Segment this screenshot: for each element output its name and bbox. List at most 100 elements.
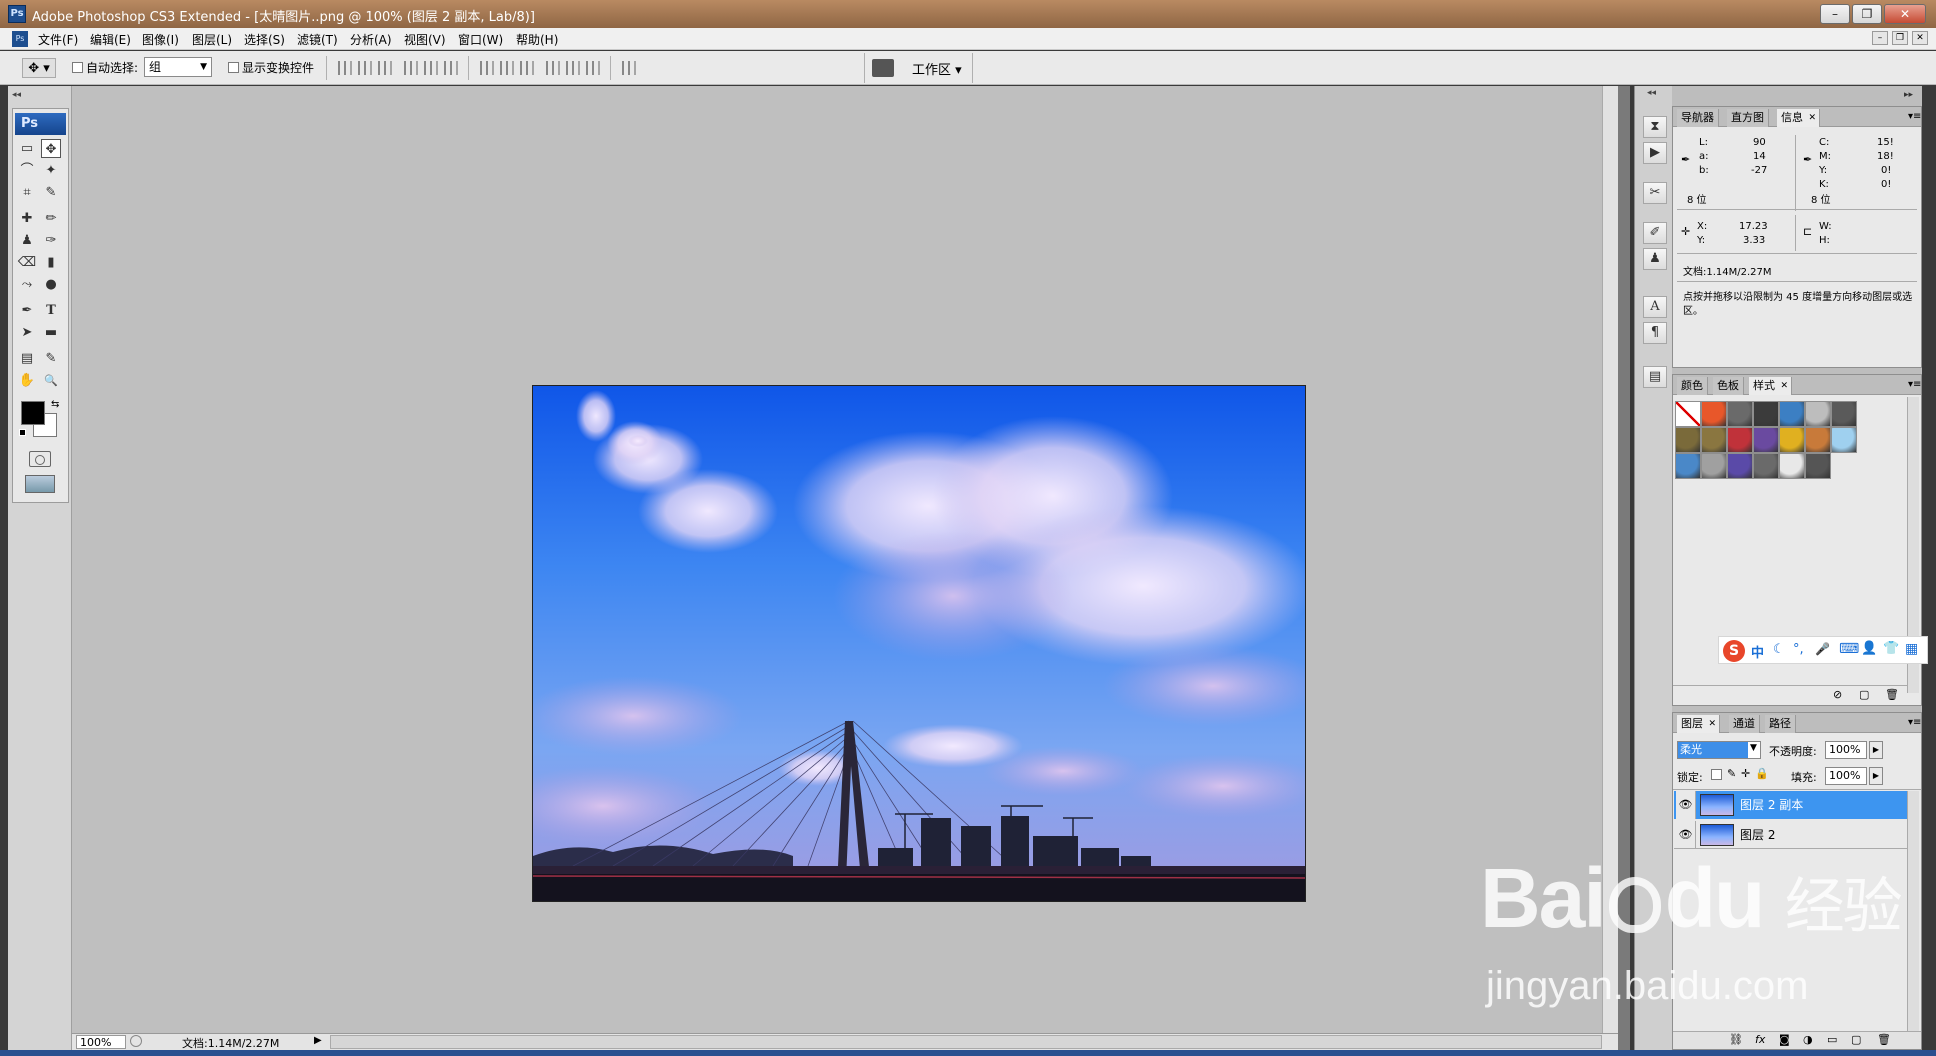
eraser-tool-icon[interactable]: ⌫ [17,253,37,272]
layer-comps-panel-icon[interactable]: ▤ [1643,366,1667,388]
close-tab-icon[interactable]: ✕ [1708,715,1716,733]
align-bottom-icon[interactable] [378,61,392,75]
brushes-panel-icon[interactable]: ✐ [1643,222,1667,244]
notes-tool-icon[interactable]: ▤ [17,349,37,368]
move-tool-icon[interactable]: ✥ [41,139,61,158]
style-swatch[interactable] [1805,453,1831,479]
fill-slider-button[interactable]: ▶ [1869,767,1883,785]
style-swatch[interactable] [1753,453,1779,479]
horizontal-scrollbar[interactable] [330,1035,1602,1049]
visibility-eye-icon[interactable]: 👁 [1676,791,1696,819]
swap-colors-icon[interactable]: ⇆ [51,399,59,410]
distribute-right-icon[interactable] [586,61,600,75]
lock-pixels-icon[interactable]: ✎ [1727,767,1736,780]
bridge-icon[interactable] [872,59,894,77]
lock-transparency-icon[interactable] [1711,769,1722,780]
dodge-tool-icon[interactable]: ● [41,275,61,294]
eyedropper-tool-icon[interactable]: ✎ [41,349,61,368]
minimize-button[interactable]: – [1820,4,1850,24]
chinese-mode-button[interactable]: 中 [1751,642,1764,661]
close-button[interactable]: ✕ [1884,4,1926,24]
new-style-icon[interactable]: ▢ [1859,688,1869,701]
show-transform-checkbox[interactable] [228,62,239,73]
tab-swatches[interactable]: 色板 [1713,377,1744,395]
screen-mode-icon[interactable] [25,475,55,493]
distribute-left-icon[interactable] [546,61,560,75]
opacity-slider-button[interactable]: ▶ [1869,741,1883,759]
restore-button[interactable]: ❐ [1852,4,1882,24]
history-panel-icon[interactable]: ⧗ [1643,116,1667,138]
expand-dock-icon[interactable]: ◂◂ [1647,88,1656,98]
keyboard-icon[interactable]: ⌨ [1839,641,1859,657]
menu-filter[interactable]: 滤镜(T) [297,31,338,48]
menu-file[interactable]: 文件(F) [38,31,78,48]
style-swatch[interactable] [1727,427,1753,453]
style-swatch[interactable] [1779,401,1805,427]
menu-window[interactable]: 窗口(W) [458,31,503,48]
tool-presets-panel-icon[interactable]: ✂ [1643,182,1667,204]
move-tool-preset-button[interactable]: ✥ ▾ [22,58,56,78]
style-swatch[interactable] [1675,427,1701,453]
style-swatch[interactable] [1831,401,1857,427]
workspace-menu-button[interactable]: 工作区 ▾ [912,59,962,78]
style-swatch[interactable] [1753,427,1779,453]
blend-mode-dropdown[interactable]: 柔光 ▼ [1677,741,1761,759]
tab-color[interactable]: 颜色 [1677,377,1708,395]
style-swatch[interactable] [1701,453,1727,479]
style-swatch[interactable] [1779,427,1805,453]
panel-menu-icon[interactable]: ▾≡ [1908,717,1921,728]
style-swatch[interactable] [1805,427,1831,453]
blur-tool-icon[interactable]: ⤳ [17,275,37,294]
slice-tool-icon[interactable]: ✎ [41,183,61,202]
auto-select-checkbox[interactable] [72,62,83,73]
zoom-field[interactable]: 100% [76,1035,126,1049]
type-tool-icon[interactable]: T [41,301,61,320]
shape-tool-icon[interactable]: ▬ [41,323,61,342]
magic-wand-tool-icon[interactable]: ✦ [41,161,61,180]
panel-menu-icon[interactable]: ▾≡ [1908,379,1921,390]
style-swatch[interactable] [1779,453,1805,479]
clear-style-icon[interactable]: ⊘ [1833,688,1842,701]
auto-select-dropdown[interactable]: 组 ▼ [144,57,212,77]
lasso-tool-icon[interactable]: ⌒ [17,161,37,180]
tab-info[interactable]: 信息 ✕ [1777,109,1820,127]
distribute-bottom-icon[interactable] [520,61,534,75]
skin-icon[interactable]: 👕 [1883,641,1899,656]
mdi-minimize-button[interactable]: – [1872,31,1888,45]
menu-analysis[interactable]: 分析(A) [350,31,392,48]
healing-brush-tool-icon[interactable]: ✚ [17,209,37,228]
tab-channels[interactable]: 通道 [1729,715,1760,733]
align-left-icon[interactable] [404,61,418,75]
tab-layers[interactable]: 图层 ✕ [1677,715,1720,733]
tab-styles[interactable]: 样式 ✕ [1749,377,1792,395]
align-vcenter-icon[interactable] [358,61,372,75]
path-selection-tool-icon[interactable]: ➤ [17,323,37,342]
mdi-restore-button[interactable]: ❐ [1892,31,1908,45]
menu-image[interactable]: 图像(I) [142,31,179,48]
style-swatch[interactable] [1831,427,1857,453]
distribute-hcenter-icon[interactable] [566,61,580,75]
lock-position-icon[interactable]: ✛ [1741,767,1750,780]
layers-scrollbar[interactable] [1907,791,1919,1031]
style-swatch[interactable] [1701,401,1727,427]
style-swatch[interactable] [1701,427,1727,453]
brush-tool-icon[interactable]: ✏ [41,209,61,228]
collapse-panels-icon[interactable]: ▸▸ [1904,90,1913,100]
panel-menu-icon[interactable]: ▾≡ [1908,111,1921,122]
style-swatch[interactable] [1753,401,1779,427]
voice-input-icon[interactable]: 🎤 [1815,642,1830,656]
style-swatch[interactable] [1727,453,1753,479]
delete-style-icon[interactable]: 🗑 [1885,688,1899,701]
style-swatch[interactable] [1675,453,1701,479]
actions-panel-icon[interactable]: ▶ [1643,142,1667,164]
quick-mask-icon[interactable] [29,451,51,467]
paragraph-panel-icon[interactable]: ¶ [1643,322,1667,344]
align-top-icon[interactable] [338,61,352,75]
toolbox-grid-icon[interactable]: ▦ [1905,641,1918,657]
marquee-tool-icon[interactable]: ▭ [17,139,37,158]
document-canvas[interactable] [532,385,1306,902]
gradient-tool-icon[interactable]: ▮ [41,253,61,272]
mdi-close-button[interactable]: ✕ [1912,31,1928,45]
distribute-top-icon[interactable] [480,61,494,75]
default-colors-icon[interactable] [19,429,26,436]
